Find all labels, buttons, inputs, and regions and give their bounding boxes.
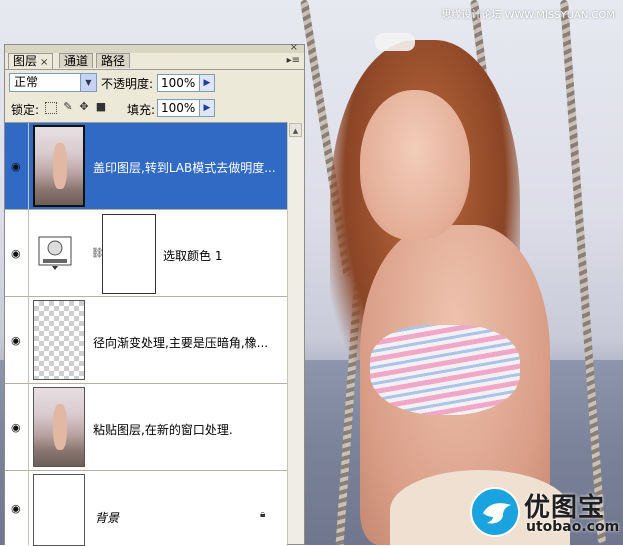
layer-name[interactable]: 背景 (95, 509, 119, 526)
panel-menu-icon[interactable]: ▸≡ (287, 55, 300, 66)
layer-row-selective-color[interactable]: ◉ ⛓ 选取颜色 1 (5, 210, 287, 297)
transparency-thumbnail (34, 301, 84, 379)
eye-icon[interactable]: ◉ (11, 247, 21, 260)
eye-icon[interactable]: ◉ (11, 421, 21, 434)
fill-slider-arrow-icon[interactable]: ▶ (199, 99, 215, 117)
layer-row-background[interactable]: ◉ 背景 🔒︎ (5, 471, 287, 546)
lock-transparent-icon[interactable] (45, 102, 57, 114)
panel-tabs: 图层 × 通道 路径 ▸≡ (5, 53, 304, 70)
hair-ribbon (375, 33, 415, 51)
lock-move-icon[interactable]: ✥ (78, 101, 90, 113)
photo-thumbnail (34, 388, 84, 466)
layer-mask-thumbnail[interactable] (102, 214, 156, 294)
visibility-toggle[interactable]: ◉ (5, 210, 29, 296)
bird-icon (483, 503, 511, 524)
eye-icon[interactable]: ◉ (11, 502, 21, 515)
fill-label: 填充: (127, 103, 156, 117)
lock-row: 锁定: ✎ ✥ ■ 填充: 100% ▶ (5, 97, 304, 119)
layer-name[interactable]: 选取颜色 1 (163, 247, 222, 264)
layers-panel: × 图层 × 通道 路径 ▸≡ 正常 ▼ 不透明度: 100% ▶ 锁定: ✎ ✥… (4, 42, 305, 546)
lock-all-icon[interactable]: ■ (95, 101, 107, 113)
bikini-top (370, 325, 520, 415)
blend-row: 正常 ▼ 不透明度: 100% ▶ (5, 71, 304, 95)
layers-scrollbar[interactable]: ▲ (287, 122, 304, 544)
adjustment-layer-icon[interactable] (33, 235, 77, 271)
face (360, 90, 470, 240)
close-tab-icon[interactable]: × (40, 57, 48, 68)
layer-thumbnail[interactable] (33, 300, 85, 380)
tab-label: 图层 (13, 54, 38, 68)
layer-row-radial-gradient[interactable]: ◉ 径向渐变处理,主要是压暗角,橡... (5, 297, 287, 384)
utobao-logo: 优图宝 utobao.com (470, 485, 620, 543)
fill-input[interactable]: 100% (157, 99, 201, 117)
layers-list: ◉ 盖印图层,转到LAB模式去做明度... ◉ ⛓ 选取颜色 1 ◉ 径向渐变处… (5, 122, 287, 546)
eye-icon[interactable]: ◉ (11, 334, 21, 347)
layer-row-pasted[interactable]: ◉ 粘贴图层,在新的窗口处理. (5, 384, 287, 471)
visibility-toggle[interactable]: ◉ (5, 384, 29, 470)
logo-circle (470, 487, 520, 537)
tab-label: 路径 (101, 54, 126, 68)
tab-paths[interactable]: 路径 (96, 53, 131, 68)
blend-mode-select[interactable]: 正常 ▼ (9, 73, 97, 92)
blend-mode-value: 正常 (14, 75, 39, 89)
close-panel-icon[interactable]: × (290, 42, 298, 53)
layer-name[interactable]: 粘贴图层,在新的窗口处理. (93, 421, 233, 438)
layer-name[interactable]: 盖印图层,转到LAB模式去做明度... (93, 159, 276, 176)
visibility-toggle[interactable]: ◉ (5, 297, 29, 383)
layer-name[interactable]: 径向渐变处理,主要是压暗角,橡... (93, 334, 268, 351)
layer-row-stamp[interactable]: ◉ 盖印图层,转到LAB模式去做明度... (5, 123, 287, 210)
chevron-down-icon[interactable]: ▼ (80, 74, 96, 91)
logo-url: utobao.com (526, 519, 620, 535)
opacity-slider-arrow-icon[interactable]: ▶ (199, 74, 215, 92)
tab-channels[interactable]: 通道 (59, 53, 94, 68)
visibility-toggle[interactable]: ◉ (5, 123, 29, 209)
layer-thumbnail[interactable] (33, 125, 85, 207)
eye-icon[interactable]: ◉ (11, 160, 21, 173)
lock-label: 锁定: (11, 103, 40, 117)
visibility-toggle[interactable]: ◉ (5, 471, 29, 545)
white-thumbnail (34, 475, 84, 545)
watermark-text: 思缘设计论坛 WWW.MISSYUAN.COM (441, 10, 615, 21)
opacity-label: 不透明度: (101, 77, 154, 91)
panel-titlebar[interactable]: × (5, 42, 304, 53)
tab-label: 通道 (64, 54, 89, 68)
lock-paint-icon[interactable]: ✎ (62, 101, 74, 113)
photo-thumbnail (35, 127, 83, 205)
layer-thumbnail[interactable] (33, 387, 85, 467)
tab-layers[interactable]: 图层 × (8, 53, 54, 69)
lock-icon: 🔒︎ (260, 509, 266, 520)
scroll-up-icon[interactable]: ▲ (289, 123, 302, 137)
layer-thumbnail[interactable] (33, 474, 85, 546)
opacity-input[interactable]: 100% (157, 74, 201, 92)
